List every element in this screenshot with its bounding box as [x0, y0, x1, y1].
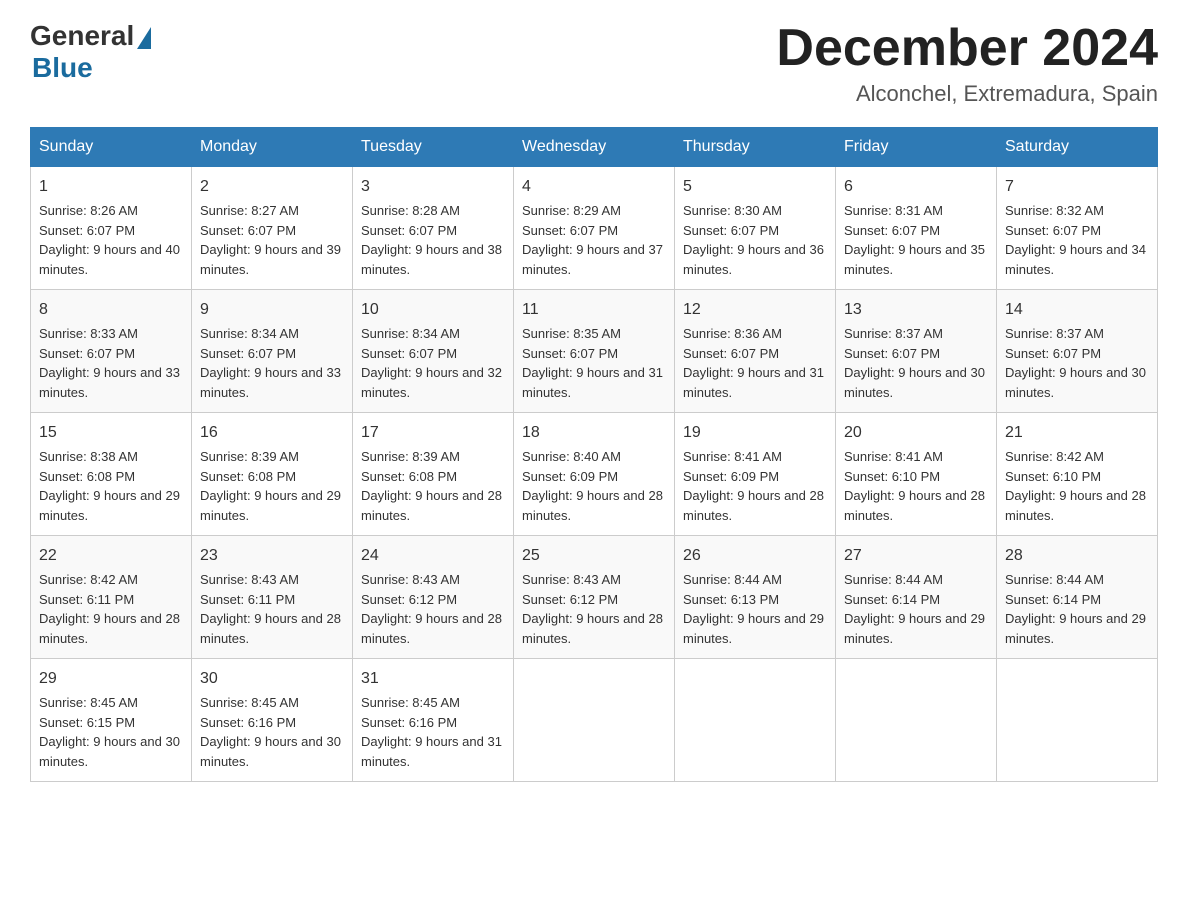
calendar-cell: 4Sunrise: 8:29 AMSunset: 6:07 PMDaylight… [514, 167, 675, 290]
calendar-cell: 10Sunrise: 8:34 AMSunset: 6:07 PMDayligh… [353, 290, 514, 413]
day-number: 1 [39, 175, 183, 199]
calendar-cell: 9Sunrise: 8:34 AMSunset: 6:07 PMDaylight… [192, 290, 353, 413]
col-tuesday: Tuesday [353, 128, 514, 167]
day-number: 19 [683, 421, 827, 445]
day-number: 27 [844, 544, 988, 568]
calendar-cell [836, 659, 997, 782]
col-thursday: Thursday [675, 128, 836, 167]
calendar-cell: 7Sunrise: 8:32 AMSunset: 6:07 PMDaylight… [997, 167, 1158, 290]
day-number: 3 [361, 175, 505, 199]
calendar-cell: 22Sunrise: 8:42 AMSunset: 6:11 PMDayligh… [31, 536, 192, 659]
calendar-cell: 11Sunrise: 8:35 AMSunset: 6:07 PMDayligh… [514, 290, 675, 413]
calendar-cell: 5Sunrise: 8:30 AMSunset: 6:07 PMDaylight… [675, 167, 836, 290]
calendar-week-row: 22Sunrise: 8:42 AMSunset: 6:11 PMDayligh… [31, 536, 1158, 659]
calendar-week-row: 29Sunrise: 8:45 AMSunset: 6:15 PMDayligh… [31, 659, 1158, 782]
calendar-cell: 23Sunrise: 8:43 AMSunset: 6:11 PMDayligh… [192, 536, 353, 659]
calendar-cell [675, 659, 836, 782]
header-row: Sunday Monday Tuesday Wednesday Thursday… [31, 128, 1158, 167]
calendar-cell: 14Sunrise: 8:37 AMSunset: 6:07 PMDayligh… [997, 290, 1158, 413]
day-number: 8 [39, 298, 183, 322]
day-number: 10 [361, 298, 505, 322]
day-number: 28 [1005, 544, 1149, 568]
col-monday: Monday [192, 128, 353, 167]
day-number: 4 [522, 175, 666, 199]
calendar-cell: 13Sunrise: 8:37 AMSunset: 6:07 PMDayligh… [836, 290, 997, 413]
calendar-week-row: 8Sunrise: 8:33 AMSunset: 6:07 PMDaylight… [31, 290, 1158, 413]
day-number: 9 [200, 298, 344, 322]
page-header: General Blue December 2024 Alconchel, Ex… [30, 20, 1158, 107]
day-number: 23 [200, 544, 344, 568]
day-number: 18 [522, 421, 666, 445]
day-number: 25 [522, 544, 666, 568]
calendar-cell: 27Sunrise: 8:44 AMSunset: 6:14 PMDayligh… [836, 536, 997, 659]
calendar-cell: 26Sunrise: 8:44 AMSunset: 6:13 PMDayligh… [675, 536, 836, 659]
calendar-table: Sunday Monday Tuesday Wednesday Thursday… [30, 127, 1158, 782]
day-number: 24 [361, 544, 505, 568]
day-number: 5 [683, 175, 827, 199]
calendar-cell: 2Sunrise: 8:27 AMSunset: 6:07 PMDaylight… [192, 167, 353, 290]
day-number: 6 [844, 175, 988, 199]
day-number: 2 [200, 175, 344, 199]
location-text: Alconchel, Extremadura, Spain [776, 81, 1158, 107]
day-number: 16 [200, 421, 344, 445]
calendar-week-row: 1Sunrise: 8:26 AMSunset: 6:07 PMDaylight… [31, 167, 1158, 290]
calendar-cell: 8Sunrise: 8:33 AMSunset: 6:07 PMDaylight… [31, 290, 192, 413]
logo: General Blue [30, 20, 151, 84]
calendar-week-row: 15Sunrise: 8:38 AMSunset: 6:08 PMDayligh… [31, 413, 1158, 536]
col-sunday: Sunday [31, 128, 192, 167]
calendar-cell: 30Sunrise: 8:45 AMSunset: 6:16 PMDayligh… [192, 659, 353, 782]
calendar-cell: 12Sunrise: 8:36 AMSunset: 6:07 PMDayligh… [675, 290, 836, 413]
day-number: 11 [522, 298, 666, 322]
calendar-cell: 29Sunrise: 8:45 AMSunset: 6:15 PMDayligh… [31, 659, 192, 782]
logo-triangle-icon [137, 27, 151, 49]
day-number: 22 [39, 544, 183, 568]
day-number: 30 [200, 667, 344, 691]
calendar-cell: 21Sunrise: 8:42 AMSunset: 6:10 PMDayligh… [997, 413, 1158, 536]
col-saturday: Saturday [997, 128, 1158, 167]
logo-blue-text: Blue [32, 52, 93, 84]
calendar-cell [997, 659, 1158, 782]
calendar-cell: 18Sunrise: 8:40 AMSunset: 6:09 PMDayligh… [514, 413, 675, 536]
col-wednesday: Wednesday [514, 128, 675, 167]
calendar-cell: 31Sunrise: 8:45 AMSunset: 6:16 PMDayligh… [353, 659, 514, 782]
calendar-cell: 24Sunrise: 8:43 AMSunset: 6:12 PMDayligh… [353, 536, 514, 659]
day-number: 14 [1005, 298, 1149, 322]
day-number: 15 [39, 421, 183, 445]
day-number: 7 [1005, 175, 1149, 199]
col-friday: Friday [836, 128, 997, 167]
day-number: 26 [683, 544, 827, 568]
day-number: 21 [1005, 421, 1149, 445]
calendar-cell: 17Sunrise: 8:39 AMSunset: 6:08 PMDayligh… [353, 413, 514, 536]
day-number: 13 [844, 298, 988, 322]
calendar-cell: 20Sunrise: 8:41 AMSunset: 6:10 PMDayligh… [836, 413, 997, 536]
month-title: December 2024 [776, 20, 1158, 77]
calendar-cell: 15Sunrise: 8:38 AMSunset: 6:08 PMDayligh… [31, 413, 192, 536]
logo-general-text: General [30, 20, 134, 52]
calendar-cell: 28Sunrise: 8:44 AMSunset: 6:14 PMDayligh… [997, 536, 1158, 659]
title-block: December 2024 Alconchel, Extremadura, Sp… [776, 20, 1158, 107]
day-number: 12 [683, 298, 827, 322]
calendar-cell [514, 659, 675, 782]
day-number: 20 [844, 421, 988, 445]
calendar-cell: 19Sunrise: 8:41 AMSunset: 6:09 PMDayligh… [675, 413, 836, 536]
day-number: 29 [39, 667, 183, 691]
calendar-cell: 16Sunrise: 8:39 AMSunset: 6:08 PMDayligh… [192, 413, 353, 536]
day-number: 31 [361, 667, 505, 691]
calendar-cell: 6Sunrise: 8:31 AMSunset: 6:07 PMDaylight… [836, 167, 997, 290]
calendar-cell: 25Sunrise: 8:43 AMSunset: 6:12 PMDayligh… [514, 536, 675, 659]
calendar-cell: 3Sunrise: 8:28 AMSunset: 6:07 PMDaylight… [353, 167, 514, 290]
calendar-cell: 1Sunrise: 8:26 AMSunset: 6:07 PMDaylight… [31, 167, 192, 290]
day-number: 17 [361, 421, 505, 445]
